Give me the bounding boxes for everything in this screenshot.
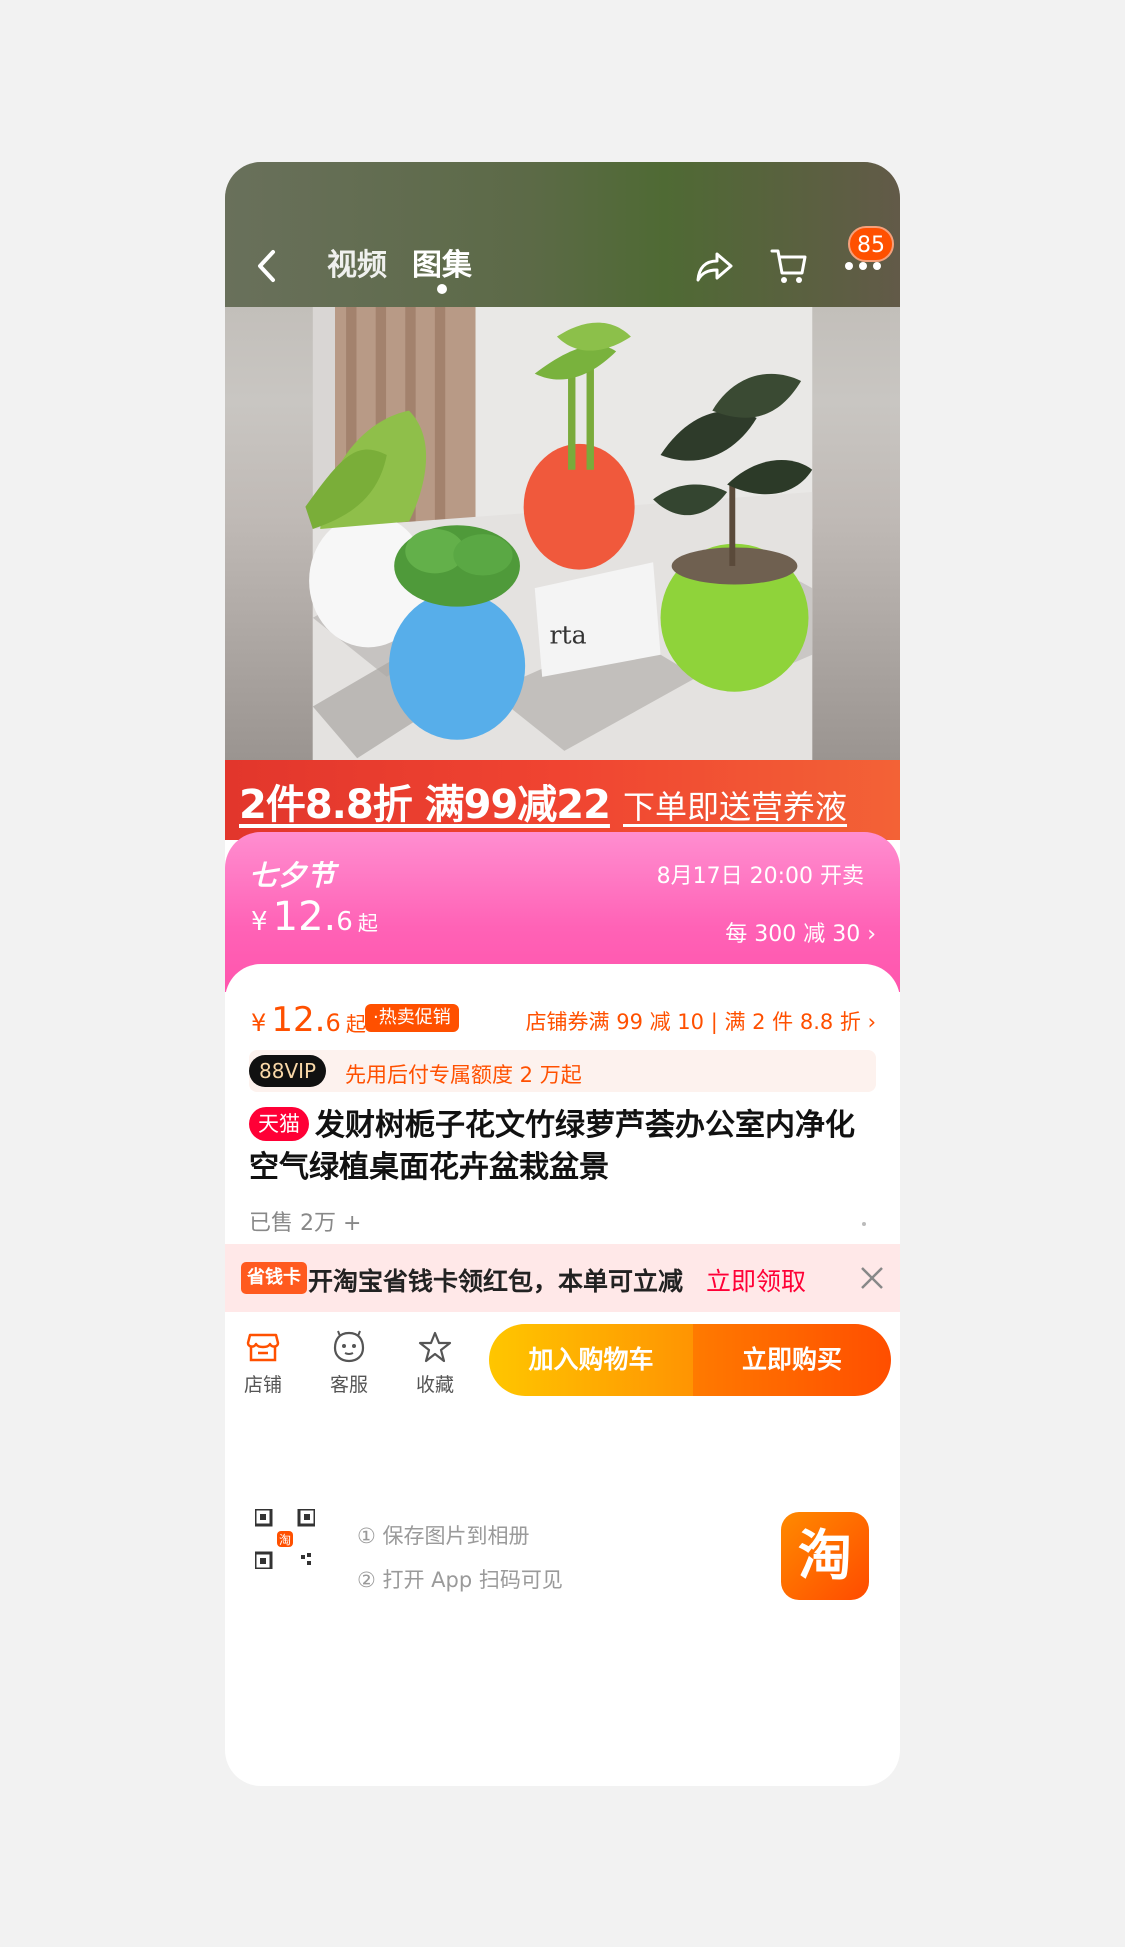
coupon-link[interactable]: 店铺券满 99 减 10 | 满 2 件 8.8 折 ›: [526, 1006, 876, 1036]
instruction-step-2: ② 打开 App 扫码可见: [357, 1568, 563, 1592]
promo-sub: 下单即送营养液: [623, 788, 848, 826]
price-decimal: 6: [336, 907, 353, 937]
back-button[interactable]: [247, 246, 287, 286]
claim-link[interactable]: 立即领取: [706, 1262, 806, 1298]
favorite-button[interactable]: 收藏: [405, 1328, 465, 1397]
svg-text:rta: rta: [550, 621, 587, 650]
current-price: ¥ 12.6 起: [251, 1000, 366, 1040]
festival-discount-link[interactable]: 每 300 减 30 ›: [725, 916, 876, 948]
shop-label: 店铺: [243, 1374, 282, 1396]
qr-code-icon: 淘: [255, 1509, 315, 1569]
vip-row[interactable]: 88VIP 先用后付专属额度 2 万起: [249, 1050, 876, 1092]
taobao-logo: 淘: [781, 1512, 869, 1600]
chat-face-icon: [333, 1330, 365, 1363]
product-gallery[interactable]: rta 视频 图集 85: [225, 162, 900, 762]
tab-gallery[interactable]: 图集: [412, 246, 472, 286]
price-integer: 12.: [272, 894, 337, 940]
shop-button[interactable]: 店铺: [233, 1328, 293, 1397]
price-integer: 12.: [271, 1000, 326, 1040]
savings-card-badge: 省钱卡: [241, 1262, 307, 1294]
star-icon: [418, 1331, 452, 1363]
message-count-badge: 85: [848, 226, 894, 262]
price-suffix: 起: [345, 1012, 366, 1036]
close-icon[interactable]: [858, 1264, 886, 1292]
festival-name: 七夕节: [249, 859, 337, 892]
promo-main: 2件8.8折 满99减22: [239, 782, 611, 828]
redpacket-strip[interactable]: 省钱卡 开淘宝省钱卡领红包，本单可立减 立即领取: [225, 1244, 900, 1312]
currency-symbol: ¥: [251, 1009, 267, 1037]
add-to-cart-button[interactable]: 加入购物车: [489, 1324, 693, 1396]
service-label: 客服: [329, 1374, 368, 1396]
promo-ribbon: 2件8.8折 满99减22 下单即送营养液: [225, 760, 900, 840]
vip-text: 先用后付专属额度 2 万起: [345, 1063, 582, 1087]
page-dot: [862, 1222, 866, 1226]
cart-button[interactable]: [767, 244, 811, 288]
favorite-label: 收藏: [415, 1374, 454, 1396]
product-title: 天猫 发财树栀子花文竹绿萝芦荟办公室内净化空气绿植桌面花卉盆栽盆景: [249, 1105, 879, 1189]
customer-service-button[interactable]: 客服: [319, 1328, 379, 1397]
cart-icon: [770, 249, 807, 283]
share-button[interactable]: [693, 244, 737, 288]
price-decimal: 6: [325, 1009, 341, 1037]
tmall-tag: 天猫: [249, 1107, 309, 1141]
back-icon: [258, 250, 275, 282]
redpacket-text: 开淘宝省钱卡领红包，本单可立减: [308, 1267, 684, 1296]
price-suffix: 起: [357, 911, 378, 935]
buy-now-button[interactable]: 立即购买: [693, 1324, 891, 1396]
festival-price: ¥ 12.6 起: [251, 894, 378, 940]
currency-symbol: ¥: [251, 907, 268, 937]
tab-video[interactable]: 视频: [327, 246, 387, 286]
share-icon: [696, 252, 733, 282]
sold-count: 已售 2万 +: [249, 1211, 362, 1236]
product-photo: rta: [305, 307, 813, 762]
product-title-text: 发财树栀子花文竹绿萝芦荟办公室内净化空气绿植桌面花卉盆栽盆景: [249, 1108, 855, 1185]
svg-text:淘: 淘: [279, 1533, 291, 1547]
active-tab-indicator: [437, 284, 447, 294]
shop-icon: [246, 1333, 280, 1362]
instruction-step-1: ① 保存图片到相册: [357, 1524, 530, 1548]
vip-badge: 88VIP: [249, 1055, 327, 1087]
hot-sale-tag: ·热卖促销: [365, 1004, 459, 1032]
festival-start-time: 8月17日 20:00 开卖: [656, 864, 864, 889]
